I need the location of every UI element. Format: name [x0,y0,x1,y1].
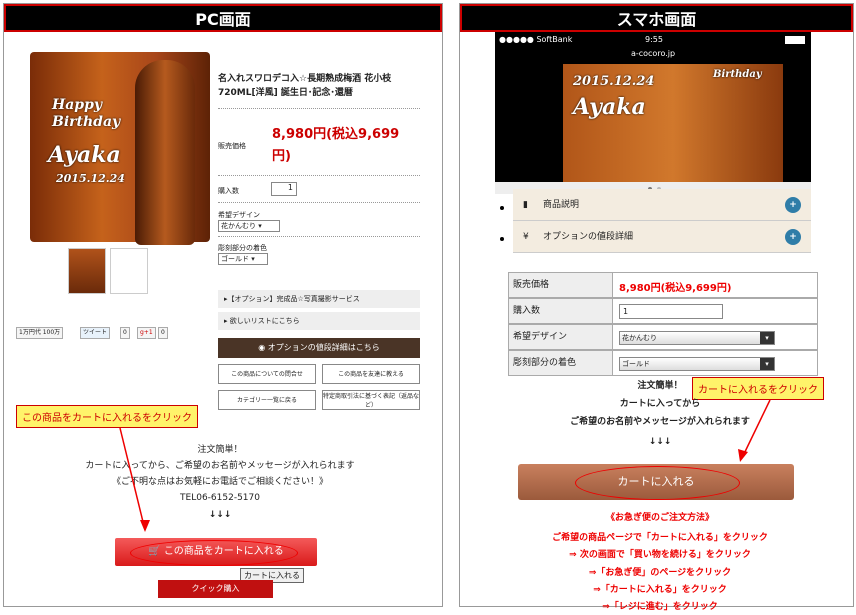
callout-arrows [119,399,771,532]
